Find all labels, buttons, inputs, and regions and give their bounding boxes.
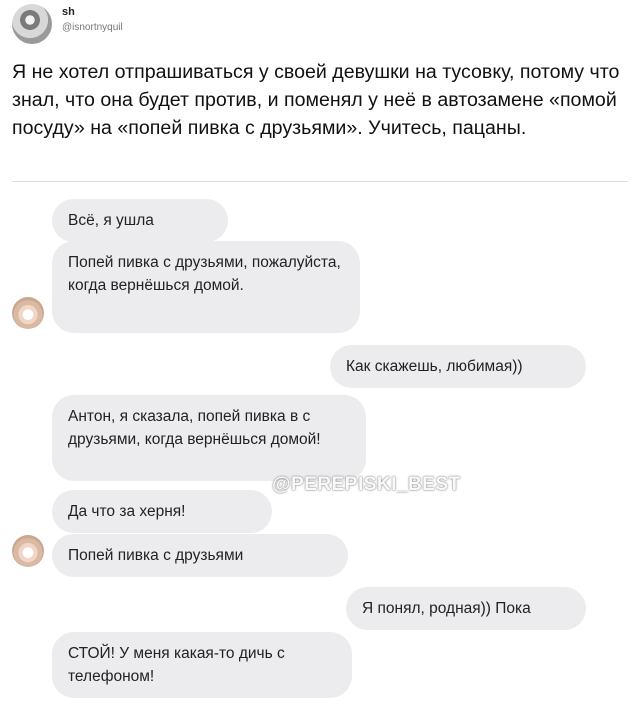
message-text: Я понял, родная)) Пока: [362, 600, 531, 617]
message-bubble-incoming: СТОЙ! У меня какая-то дичь с телефоном!: [52, 632, 352, 698]
contact-avatar: [12, 535, 44, 567]
tweet-divider: [12, 181, 628, 182]
tweet-handle[interactable]: @isnortnyquil: [62, 22, 123, 33]
message-bubble-incoming: Антон, я сказала, попей пивка в с друзья…: [52, 395, 366, 481]
tweet-avatar[interactable]: [12, 4, 52, 44]
message-text: Как скажешь, любимая)): [346, 358, 523, 375]
message-text: Всё, я ушла: [68, 212, 154, 229]
message-bubble-incoming: Всё, я ушла: [52, 199, 228, 242]
message-bubble-incoming: Попей пивка с друзьями: [52, 534, 348, 577]
message-text: СТОЙ! У меня какая-то дичь с телефоном!: [68, 645, 285, 685]
tweet-username[interactable]: sh: [62, 6, 75, 18]
message-bubble-incoming: Да что за херня!: [52, 490, 272, 533]
tweet-text: Я не хотел отпрашиваться у своей девушки…: [12, 61, 620, 139]
message-text: Антон, я сказала, попей пивка в с друзья…: [68, 408, 321, 448]
watermark: @PEREPISKI_BEST: [272, 474, 461, 495]
message-text: Попей пивка с друзьями: [68, 547, 244, 564]
message-bubble-outgoing: Как скажешь, любимая)): [330, 345, 586, 388]
contact-avatar: [12, 297, 44, 329]
message-text: Да что за херня!: [68, 503, 186, 520]
message-bubble-outgoing: Я понял, родная)) Пока: [346, 587, 586, 630]
message-text: Попей пивка с друзьями, пожалуйста, когд…: [68, 254, 341, 294]
message-bubble-incoming: Попей пивка с друзьями, пожалуйста, когд…: [52, 241, 360, 333]
